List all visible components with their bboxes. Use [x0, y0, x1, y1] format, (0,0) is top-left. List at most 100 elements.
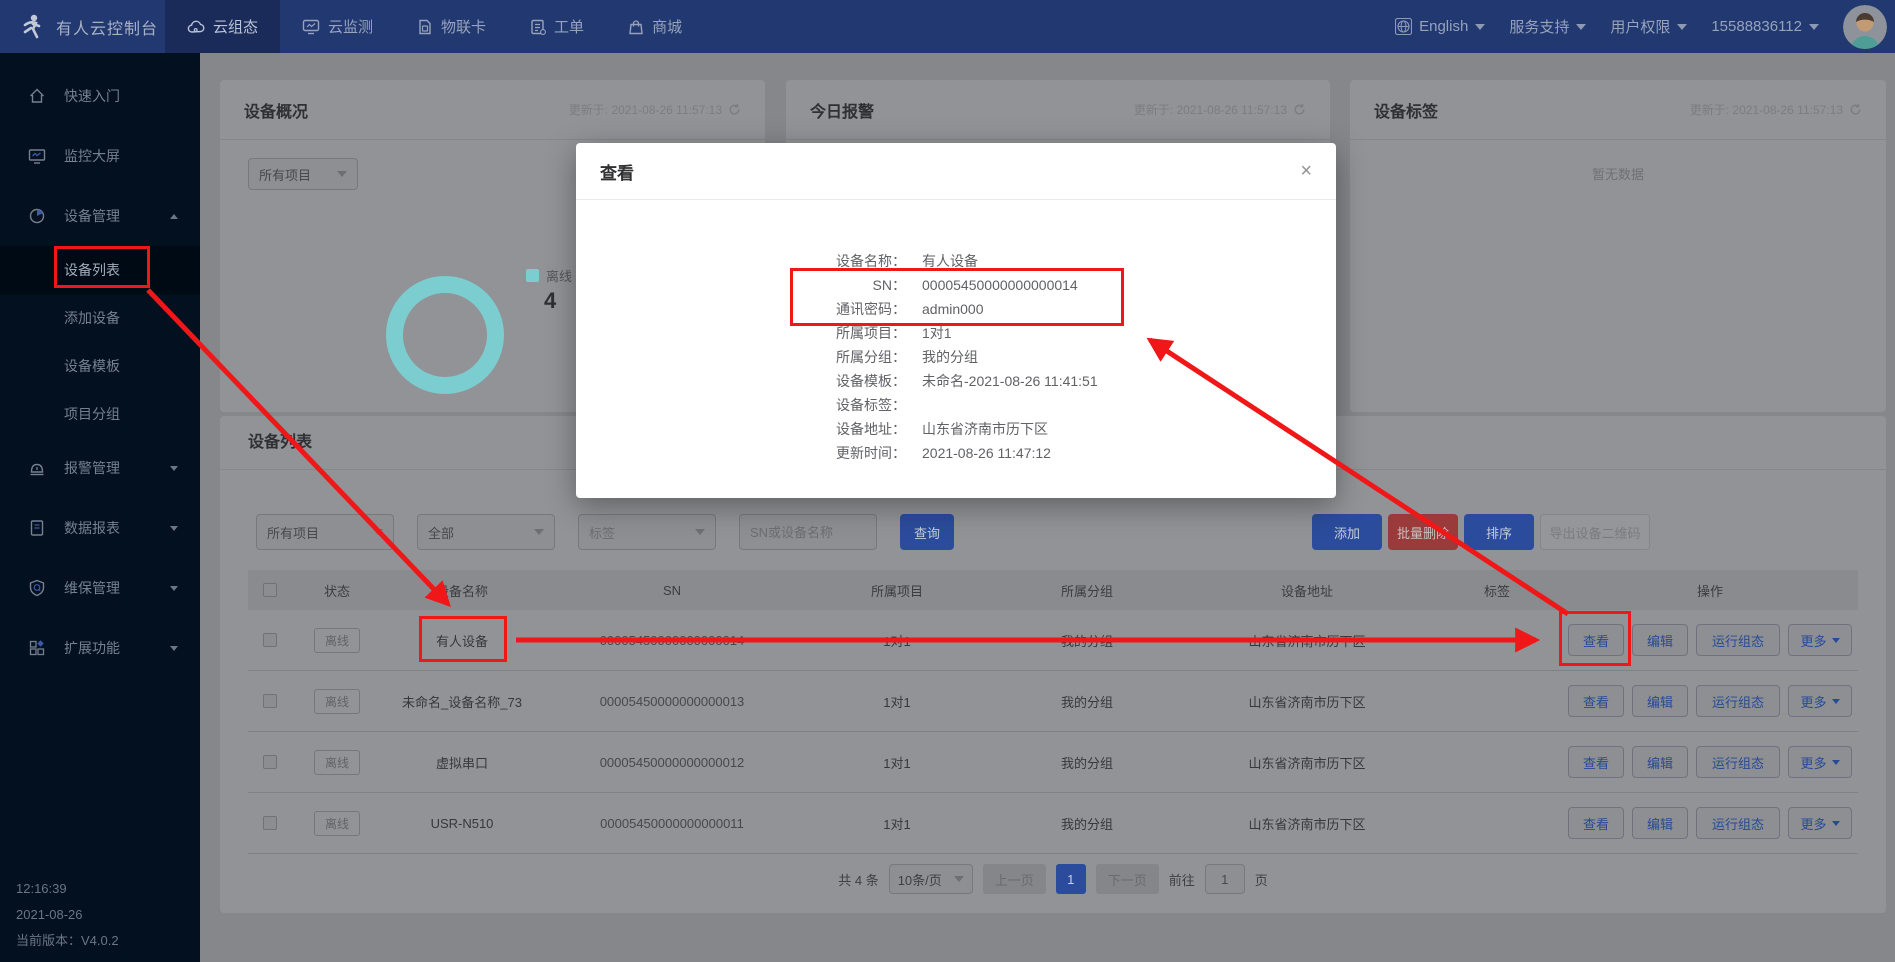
batch-delete-button[interactable]: 批量删除 — [1388, 514, 1458, 550]
avatar[interactable] — [1843, 5, 1887, 49]
column-header-name: 设备名称 — [382, 581, 542, 600]
page-size-select[interactable]: 10条/页 — [889, 864, 973, 894]
project-filter-select[interactable]: 所有项目 — [248, 158, 358, 190]
view-button[interactable]: 查看 — [1568, 685, 1624, 717]
more-label: 更多 — [1800, 692, 1826, 711]
chevron-down-icon — [1475, 24, 1485, 30]
sidebar-item-label: 扩展功能 — [64, 638, 120, 658]
sidebar-item-device-template[interactable]: 设备模板 — [0, 342, 200, 390]
filter-project-select[interactable]: 所有项目 — [256, 514, 394, 550]
support-menu[interactable]: 服务支持 — [1509, 16, 1586, 37]
row-actions: 查看 编辑 运行组态 更多 — [1562, 624, 1858, 656]
device-sn-cell: 00005450000000000012 — [542, 755, 802, 770]
topbar-right: English 服务支持 用户权限 15588836112 — [1395, 0, 1887, 53]
row-checkbox[interactable] — [263, 816, 277, 830]
modal-fields: 设备名称： 有人设备 SN： 00005450000000000014 通讯密码… — [576, 249, 1336, 465]
refresh-icon[interactable] — [1849, 103, 1862, 116]
sidebar-item-alarm-management[interactable]: 报警管理 — [0, 438, 200, 498]
tab-cloud-scada[interactable]: 云组态 — [165, 0, 280, 53]
sidebar-item-label: 维保管理 — [64, 578, 120, 598]
next-page-button[interactable]: 下一页 — [1096, 864, 1159, 894]
chevron-down-icon — [170, 526, 178, 531]
more-button[interactable]: 更多 — [1788, 746, 1852, 778]
sidebar-item-device-list[interactable]: 设备列表 — [0, 246, 200, 294]
edit-button[interactable]: 编辑 — [1632, 685, 1688, 717]
edit-button[interactable]: 编辑 — [1632, 624, 1688, 656]
run-scada-button[interactable]: 运行组态 — [1696, 807, 1780, 839]
device-group-cell: 我的分组 — [992, 631, 1182, 650]
status-badge: 离线 — [314, 689, 360, 714]
pagination-total: 共 4 条 — [838, 870, 878, 889]
sidebar-item-extensions[interactable]: 扩展功能 — [0, 618, 200, 678]
sidebar-item-project-group[interactable]: 项目分组 — [0, 390, 200, 438]
card-header: 今日报警 更新于: 2021-08-26 11:57:13 — [786, 80, 1330, 140]
column-header-group: 所属分组 — [992, 581, 1182, 600]
row-checkbox[interactable] — [263, 755, 277, 769]
modal-field-row: SN： 00005450000000000014 — [576, 273, 1336, 297]
close-icon[interactable]: × — [1300, 161, 1312, 181]
field-label: 所属项目： — [576, 321, 906, 345]
refresh-icon[interactable] — [728, 103, 741, 116]
run-scada-button[interactable]: 运行组态 — [1696, 746, 1780, 778]
tab-iot-sim[interactable]: 物联卡 — [395, 0, 508, 53]
chevron-down-icon — [1832, 760, 1840, 765]
card-header: 设备标签 更新于: 2021-08-26 11:57:13 — [1350, 80, 1886, 140]
run-scada-button[interactable]: 运行组态 — [1696, 624, 1780, 656]
prev-page-button[interactable]: 上一页 — [983, 864, 1046, 894]
tab-cloud-monitor[interactable]: 云监测 — [280, 0, 395, 53]
edit-button[interactable]: 编辑 — [1632, 807, 1688, 839]
filter-tag-select[interactable]: 标签 — [578, 514, 716, 550]
more-button[interactable]: 更多 — [1788, 807, 1852, 839]
sidebar-item-monitor-screen[interactable]: 监控大屏 — [0, 126, 200, 186]
view-button[interactable]: 查看 — [1568, 624, 1624, 656]
refresh-icon[interactable] — [1293, 103, 1306, 116]
permission-menu[interactable]: 用户权限 — [1610, 16, 1687, 37]
run-scada-button[interactable]: 运行组态 — [1696, 685, 1780, 717]
work-order-icon — [530, 19, 546, 35]
device-address-cell: 山东省济南市历下区 — [1182, 692, 1432, 711]
more-button[interactable]: 更多 — [1788, 685, 1852, 717]
add-device-button[interactable]: 添加 — [1312, 514, 1382, 550]
export-qr-button[interactable]: 导出设备二维码 — [1540, 514, 1650, 550]
view-button[interactable]: 查看 — [1568, 807, 1624, 839]
tab-label: 云组态 — [213, 16, 258, 37]
sidebar-item-add-device[interactable]: 添加设备 — [0, 294, 200, 342]
row-checkbox[interactable] — [263, 633, 277, 647]
chevron-down-icon — [337, 171, 347, 177]
updated-text: 更新于: 2021-08-26 11:57:13 — [569, 101, 722, 118]
field-value: 00005450000000000014 — [922, 273, 1078, 297]
tab-mall[interactable]: 商城 — [606, 0, 704, 53]
status-badge: 离线 — [314, 811, 360, 836]
language-menu[interactable]: English — [1395, 18, 1485, 35]
tab-work-order[interactable]: 工单 — [508, 0, 606, 53]
card-updated: 更新于: 2021-08-26 11:57:13 — [1134, 101, 1306, 118]
field-label: 所属分组： — [576, 345, 906, 369]
permission-label: 用户权限 — [1610, 16, 1670, 37]
sidebar-item-label: 快速入门 — [64, 86, 120, 106]
row-checkbox[interactable] — [263, 694, 277, 708]
chevron-down-icon — [1576, 24, 1586, 30]
sidebar-item-data-report[interactable]: 数据报表 — [0, 498, 200, 558]
modal-field-row: 设备地址： 山东省济南市历下区 — [576, 417, 1336, 441]
globe-icon — [1395, 18, 1412, 35]
search-button[interactable]: 查询 — [900, 514, 954, 550]
select-all-checkbox[interactable] — [263, 583, 277, 597]
view-button[interactable]: 查看 — [1568, 746, 1624, 778]
sidebar-item-device-management[interactable]: 设备管理 — [0, 186, 200, 246]
modal-field-row: 设备名称： 有人设备 — [576, 249, 1336, 273]
search-input[interactable] — [739, 514, 877, 550]
sort-button[interactable]: 排序 — [1464, 514, 1534, 550]
chevron-down-icon — [954, 876, 964, 882]
current-page-button[interactable]: 1 — [1056, 864, 1086, 894]
account-menu[interactable]: 15588836112 — [1711, 18, 1819, 35]
edit-button[interactable]: 编辑 — [1632, 746, 1688, 778]
sidebar-item-quick-start[interactable]: 快速入门 — [0, 66, 200, 126]
sidebar-item-maintenance[interactable]: 维保管理 — [0, 558, 200, 618]
goto-page-input[interactable] — [1205, 864, 1245, 894]
view-device-modal: 查看 × 设备名称： 有人设备 SN： 00005450000000000014… — [576, 143, 1336, 498]
card-title: 今日报警 — [810, 98, 874, 122]
table-row: 离线 未命名_设备名称_73 00005450000000000013 1对1 … — [248, 671, 1858, 732]
filter-status-select[interactable]: 全部 — [417, 514, 555, 550]
column-header-sn: SN — [542, 583, 802, 598]
more-button[interactable]: 更多 — [1788, 624, 1852, 656]
